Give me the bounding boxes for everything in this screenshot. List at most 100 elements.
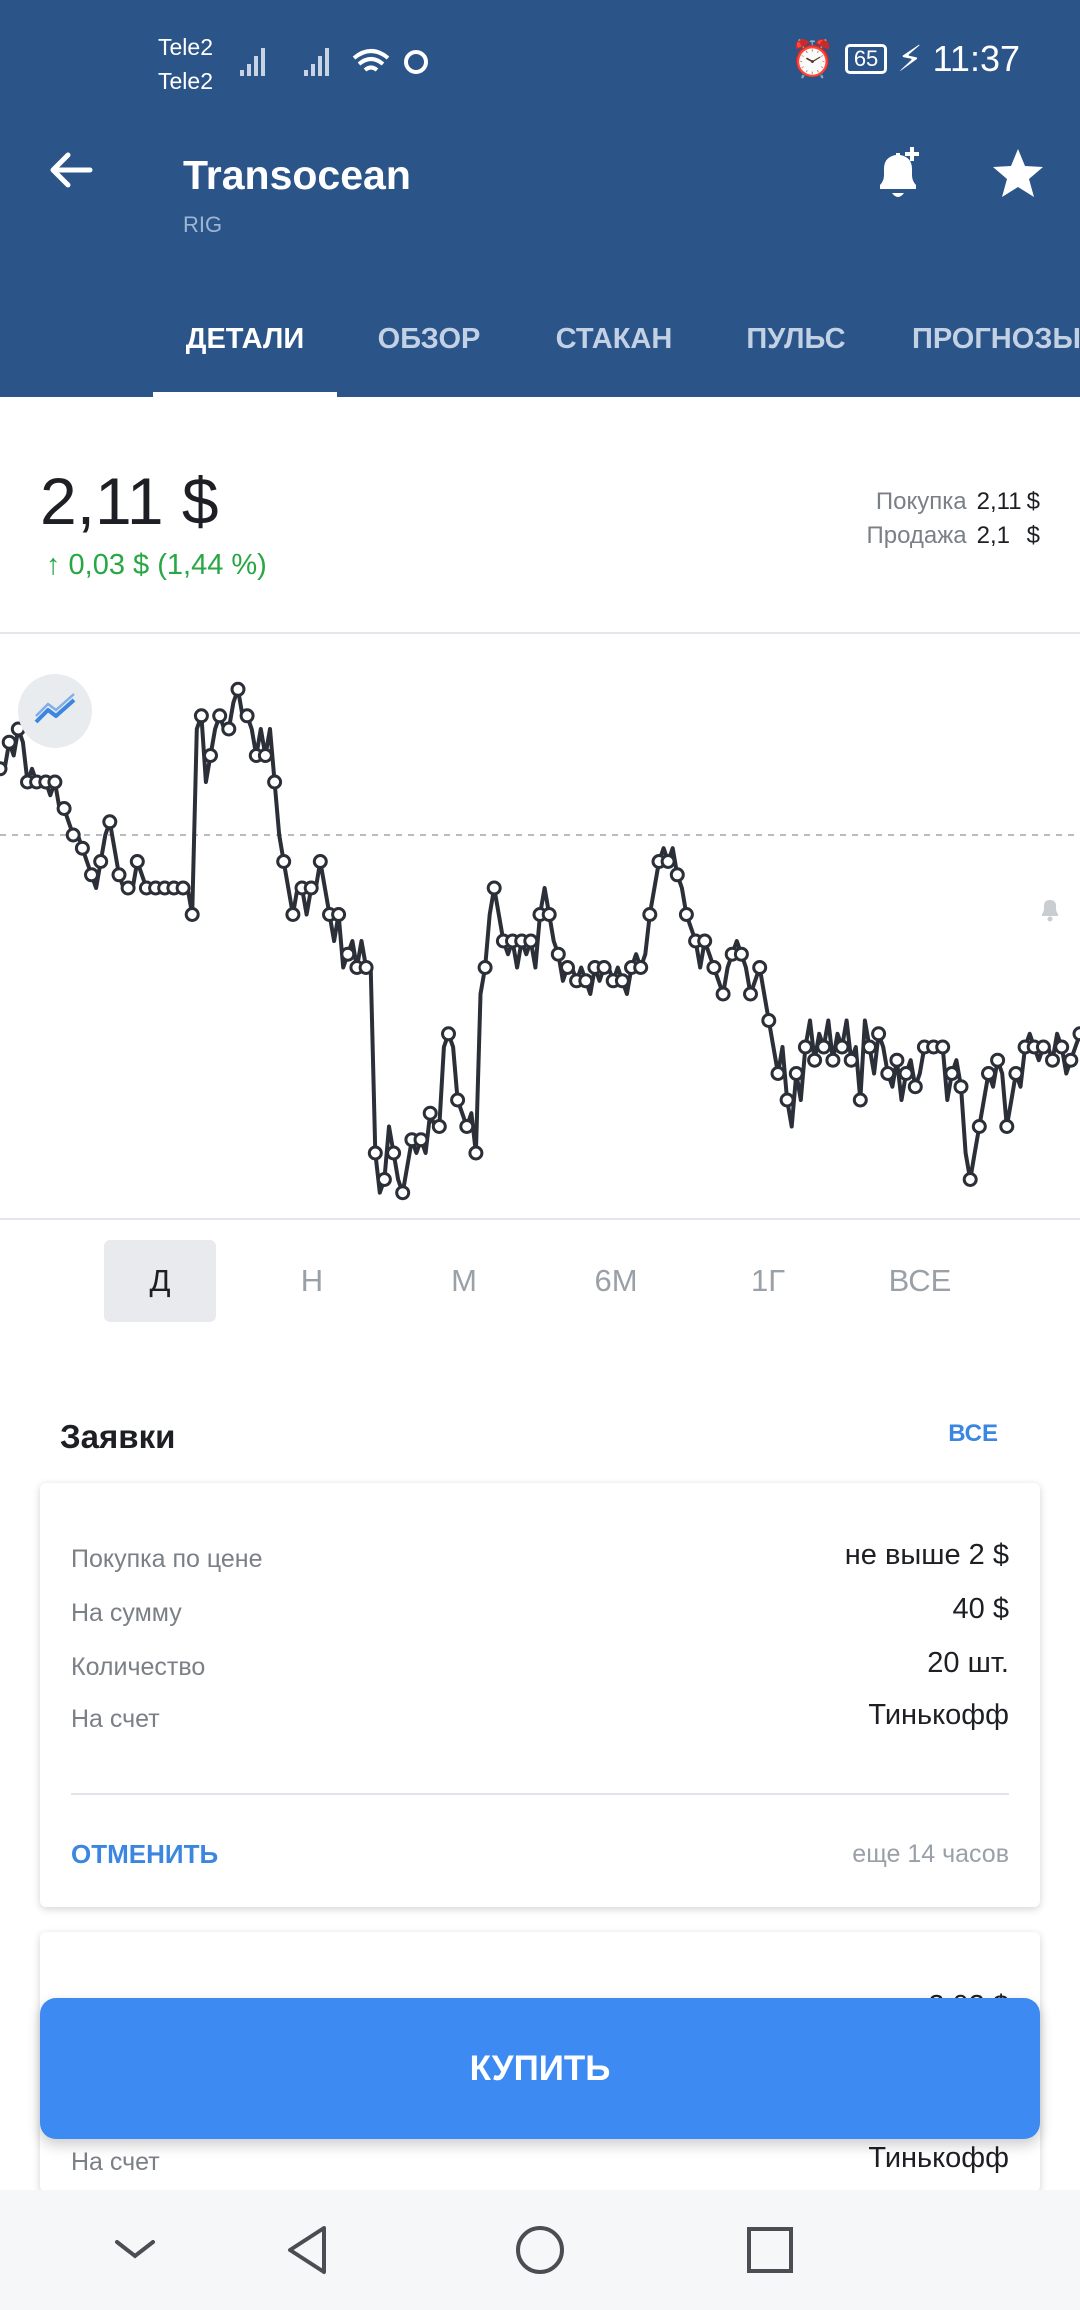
period-all[interactable]: ВСЕ	[864, 1240, 976, 1322]
carrier-names: Tele2 Tele2	[158, 30, 213, 98]
clock: 11:37	[932, 38, 1020, 79]
period-week[interactable]: Н	[256, 1240, 368, 1322]
price-point	[889, 1052, 905, 1068]
price-point	[267, 774, 283, 790]
cancel-order-button[interactable]: ОТМЕНИТЬ	[71, 1839, 218, 1870]
ask-currency: $	[1026, 522, 1040, 549]
price-point	[733, 946, 749, 962]
instrument-title: Transocean	[183, 152, 411, 198]
price-point	[386, 1145, 402, 1161]
price-point	[788, 1066, 804, 1081]
price-point	[852, 1092, 868, 1108]
price-point	[633, 960, 649, 975]
price-point	[752, 960, 768, 975]
price-point	[807, 1052, 823, 1068]
order-time-remaining: еще 14 часов	[852, 1840, 1009, 1868]
period-6months[interactable]: 6М	[560, 1240, 672, 1322]
status-bar: Tele2 Tele2 ⏰ 65 ⚡ 11:37	[0, 0, 1080, 120]
price-point	[706, 960, 722, 975]
orders-all-link[interactable]: ВСЕ	[948, 1420, 998, 1448]
price-point	[212, 708, 228, 724]
alarm-icon: ⏰	[789, 38, 835, 79]
price-point	[459, 1119, 475, 1134]
tab-forecasts[interactable]: ПРОГНОЗЫ	[912, 310, 1080, 397]
price-point	[431, 1119, 447, 1134]
ask-value: 2,1	[976, 522, 1011, 549]
price-change: ↑ 0,03 $ (1,44 %)	[46, 549, 267, 581]
system-nav-bar	[0, 2190, 1080, 2310]
carrier-1: Tele2	[158, 34, 213, 60]
price-point	[376, 1172, 392, 1187]
price-alert-bell-icon[interactable]	[1038, 896, 1062, 922]
add-alert-bell-icon[interactable]	[870, 145, 926, 205]
price-point	[898, 1066, 914, 1081]
line-chart-icon	[34, 693, 76, 724]
chevron-down-icon[interactable]	[105, 2220, 165, 2280]
period-day[interactable]: Д	[104, 1240, 216, 1322]
quote-block: 2,11 $ ↑ 0,03 $ (1,44 %) Покупка 2,11 $ Пр…	[0, 397, 1080, 634]
carrier-2: Tele2	[158, 68, 213, 94]
price-point	[477, 960, 493, 975]
order-row-amount: На сумму 40 $	[71, 1593, 1009, 1633]
price-point	[120, 880, 136, 896]
price-point	[834, 1039, 850, 1055]
price-point	[395, 1185, 411, 1201]
card-divider	[71, 1793, 1009, 1795]
price-point	[331, 907, 347, 922]
period-year[interactable]: 1Г	[712, 1240, 824, 1322]
favorite-star-icon[interactable]	[990, 146, 1046, 202]
tab-details[interactable]: ДЕТАЛИ	[153, 310, 337, 397]
price-point	[413, 1132, 429, 1148]
nav-home-icon[interactable]	[510, 2220, 570, 2280]
price-point	[486, 880, 502, 896]
order-row-value: не выше 2 $	[844, 1539, 1009, 1571]
price-point	[340, 946, 356, 962]
order-card: Покупка по цене не выше 2 $ На сумму 40 …	[40, 1483, 1040, 1907]
chart-type-toggle[interactable]	[18, 674, 92, 748]
price-point	[1035, 1039, 1051, 1055]
price-point	[862, 1039, 877, 1055]
price-point	[550, 946, 566, 962]
price-point	[1045, 1052, 1060, 1068]
price-point	[441, 1026, 456, 1042]
price-point	[953, 1079, 969, 1095]
price-point	[816, 1039, 832, 1055]
tab-orderbook[interactable]: СТАКАН	[544, 310, 684, 397]
back-arrow-icon[interactable]	[46, 145, 96, 195]
price-point	[578, 973, 594, 989]
tab-pulse[interactable]: ПУЛЬС	[734, 310, 858, 397]
price-point	[184, 907, 200, 922]
price-point	[944, 1066, 960, 1081]
price-point	[981, 1066, 996, 1081]
order-row-label: На сумму	[71, 1599, 182, 1627]
price-point	[779, 1092, 795, 1108]
price-chart[interactable]	[0, 636, 1080, 1220]
price-point	[129, 854, 145, 869]
price-point	[614, 973, 630, 989]
price-point	[907, 1079, 923, 1095]
price-point	[660, 854, 676, 869]
price-point	[971, 1119, 987, 1134]
bid-currency: $	[1026, 488, 1040, 515]
period-month[interactable]: М	[408, 1240, 520, 1322]
price-point	[935, 1039, 951, 1055]
price-chart-svg	[0, 681, 1080, 1201]
price-point	[0, 761, 8, 777]
signal-wifi-icons	[240, 48, 428, 76]
order-row-label: Покупка по цене	[71, 1545, 263, 1573]
order-row-price: Покупка по цене не выше 2 $	[71, 1539, 1009, 1579]
price-point	[642, 907, 658, 922]
nav-back-icon[interactable]	[278, 2220, 338, 2280]
app-header: Transocean RIG ДЕТАЛИ ОБЗОР СТАКАН ПУЛЬС…	[0, 120, 1080, 397]
price-point	[74, 840, 90, 856]
price-point	[47, 774, 63, 790]
tab-overview[interactable]: ОБЗОР	[364, 310, 494, 397]
price-point	[962, 1172, 978, 1187]
order-row-label: На счет	[71, 2148, 160, 2176]
buy-button[interactable]: КУПИТЬ	[40, 1998, 1040, 2139]
price-point	[257, 748, 273, 763]
price-point	[1072, 1026, 1080, 1042]
price-point	[230, 681, 246, 697]
nav-recents-icon[interactable]	[740, 2220, 800, 2280]
price-point	[843, 1052, 859, 1068]
